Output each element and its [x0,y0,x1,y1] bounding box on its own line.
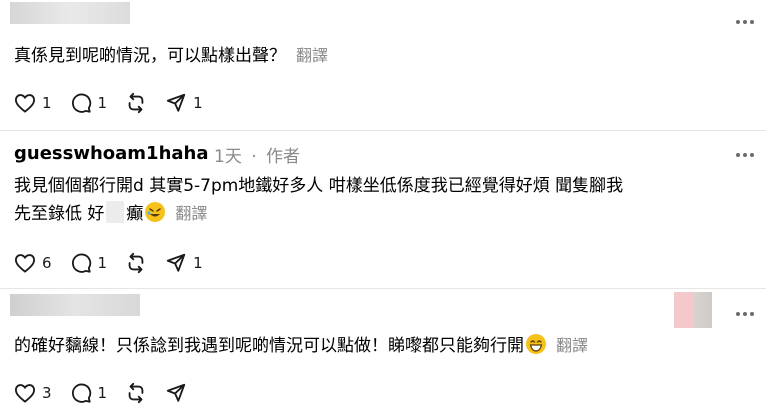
share-button[interactable]: 1 [165,92,203,114]
divider [0,130,766,131]
reply-button[interactable]: 1 [70,92,108,114]
repost-button[interactable] [125,92,147,114]
more-options-icon[interactable] [736,19,754,25]
comment-text: 我見個個都行開d 其實5-7pm地鐵好多人 咁樣坐低係度我已經覺得好煩 聞隻腳我… [14,172,623,228]
comment-actions: 3 1 [14,382,205,404]
heart-icon [15,254,35,273]
like-button[interactable]: 1 [14,93,52,113]
comment-actions: 1 1 1 [14,92,221,114]
send-icon [166,93,186,112]
reply-button[interactable]: 1 [70,252,108,274]
comment-line: 我見個個都行開d 其實5-7pm地鐵好多人 咁樣坐低係度我已經覺得好煩 聞隻腳我 [14,176,624,196]
blurred-username [10,294,140,316]
reply-count: 1 [97,94,108,112]
meta-separator: · [251,147,257,167]
comment-text: 真係見到呢啲情況，可以點樣出聲？ 翻譯 [14,46,329,66]
like-count: 3 [42,384,52,402]
blurred-username [10,2,130,24]
rolling-laughing-emoji-icon [145,202,166,222]
send-icon [166,253,186,272]
translate-link[interactable]: 翻譯 [175,204,207,223]
share-button[interactable] [165,382,187,404]
heart-icon [15,94,35,113]
comment-text: 的確好黐線！只係諗到我遇到呢啲情況可以點做！睇嚟都只能夠行開 翻譯 [14,334,589,356]
comment-icon [71,383,91,403]
reply-button[interactable]: 1 [70,382,108,404]
like-button[interactable]: 6 [14,253,52,273]
send-icon [166,383,186,402]
translate-link[interactable]: 翻譯 [556,336,588,355]
username[interactable]: guesswhoam1haha [14,143,209,164]
translate-link[interactable]: 翻譯 [296,46,328,65]
blurred-avatar [674,292,712,328]
repost-button[interactable] [125,382,147,404]
share-button[interactable]: 1 [165,252,203,274]
like-count: 6 [42,254,52,272]
more-options-icon[interactable] [736,311,754,317]
reply-count: 1 [97,254,108,272]
author-tag: 作者 [266,147,301,167]
grinning-sweat-emoji-icon [526,334,546,354]
repost-icon [128,382,144,404]
comment-icon [71,93,91,113]
divider [0,288,766,289]
repost-icon [128,252,144,274]
share-count: 1 [193,254,203,272]
blurred-text [106,201,125,223]
more-options-icon[interactable] [736,152,754,158]
repost-button[interactable] [125,252,147,274]
like-button[interactable]: 3 [14,383,52,403]
timestamp: 1天 [214,147,242,167]
comment-icon [71,253,91,273]
heart-icon [15,384,35,403]
reply-count: 1 [97,384,108,402]
comment-actions: 6 1 1 [14,252,221,274]
comment-meta: 1天 · 作者 [214,142,300,167]
share-count: 1 [193,94,203,112]
repost-icon [128,92,144,114]
like-count: 1 [42,94,52,112]
comment-line: 先至錄低 好癲翻譯 [14,200,623,228]
